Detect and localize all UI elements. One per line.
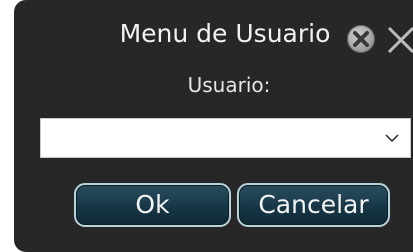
chevron-down-icon (385, 134, 399, 143)
dialog-title: Menu de Usuario (119, 19, 331, 48)
close-circle-icon[interactable] (347, 25, 375, 53)
ok-button[interactable]: Ok (74, 183, 231, 227)
user-label: Usuario: (187, 73, 271, 97)
close-circle-glyph (353, 31, 369, 47)
user-menu-dialog: Menu de Usuario Usuario: Ok Cancelar (14, 0, 413, 252)
close-x-icon[interactable] (381, 20, 413, 60)
user-select[interactable] (40, 118, 411, 158)
cancel-button[interactable]: Cancelar (237, 183, 390, 227)
